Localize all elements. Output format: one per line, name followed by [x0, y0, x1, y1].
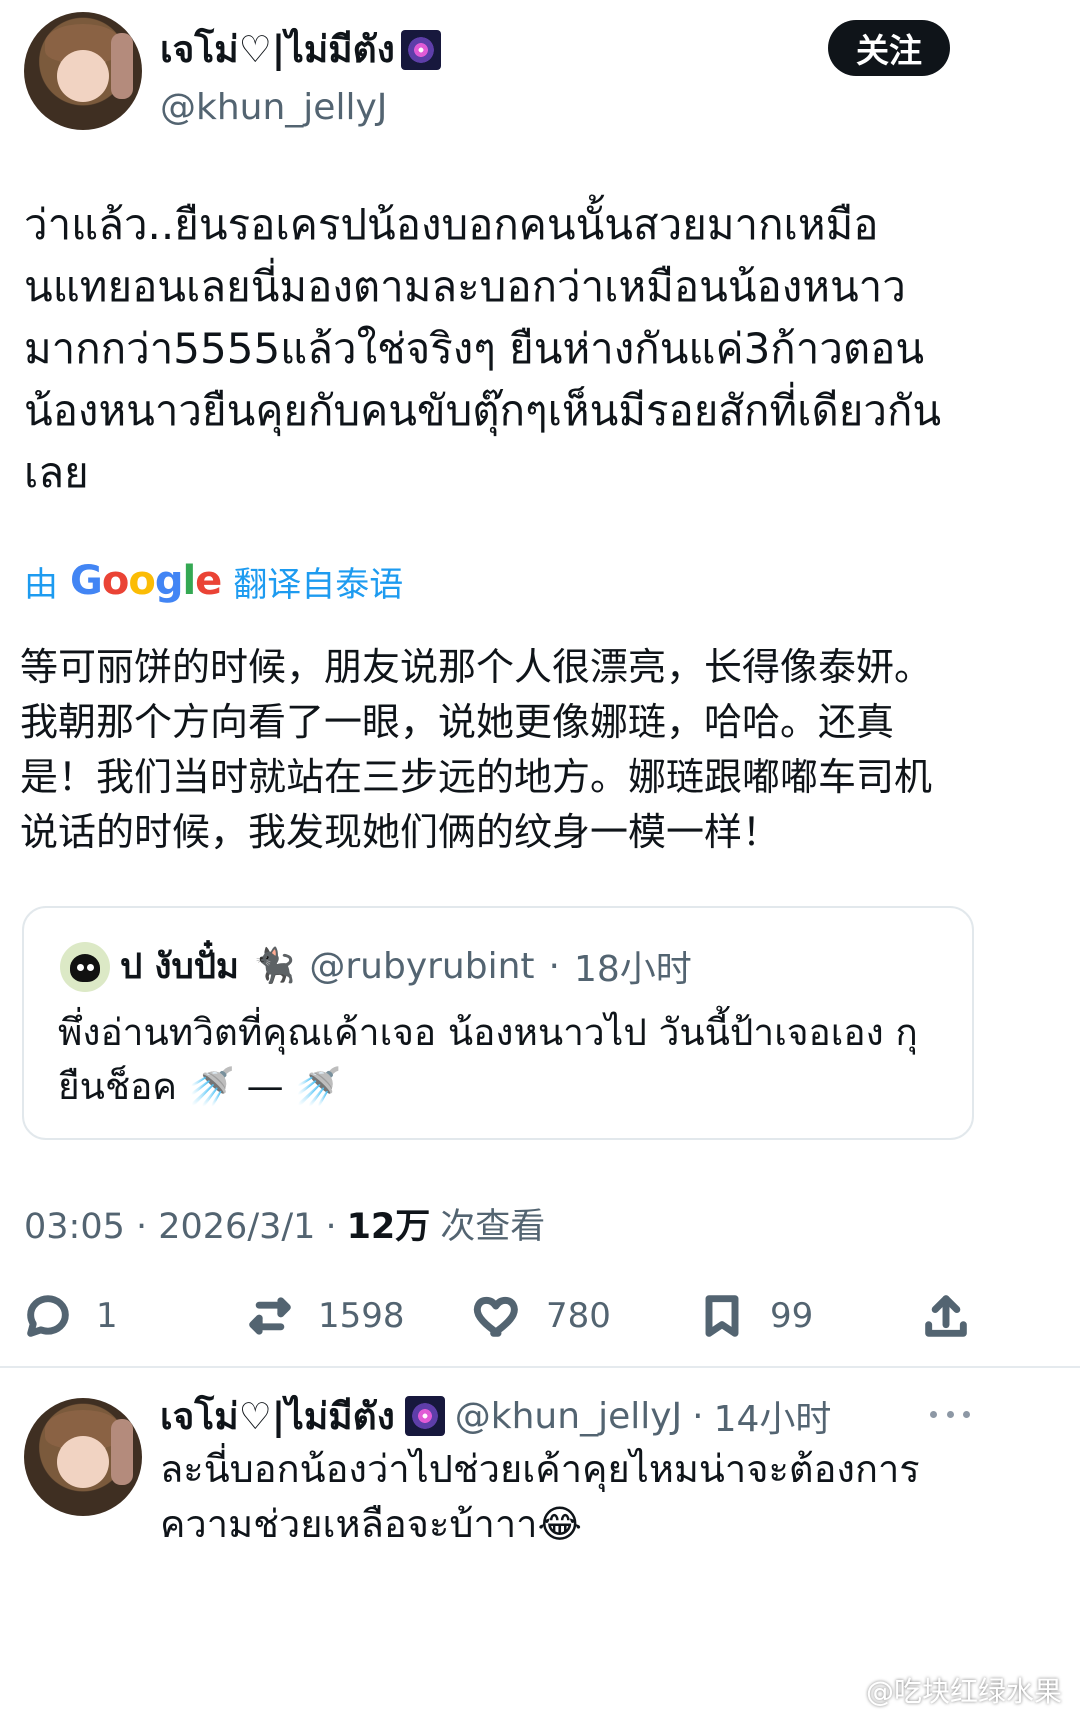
translation-line[interactable]: 由 Google 翻译自泰语 [24, 556, 544, 606]
translated-text: 等可丽饼的时候，朋友说那个人很漂亮，长得像泰妍。我朝那个方向看了一眼，说她更像娜… [20, 645, 933, 854]
share-action[interactable] [920, 1288, 976, 1344]
quote-author-handle[interactable]: @rubyrubint [309, 946, 534, 987]
quote-time[interactable]: 18小时 [574, 940, 692, 992]
tweet-meta-line: 03:05 · 2026/3/1 · 12万 次查看 [24, 1198, 644, 1254]
author-avatar[interactable] [24, 12, 142, 130]
reply-author-handle[interactable]: @khun_jellyJ [455, 1396, 682, 1437]
reply-meta-row: เจโม่♡|ไม่มีตัง @khun_jellyJ · 14小时 [160, 1386, 980, 1446]
bookmark-action[interactable]: 99 [696, 1288, 846, 1344]
share-icon [925, 1295, 967, 1337]
follow-button[interactable]: 关注 [828, 20, 950, 76]
avatar-side [111, 33, 133, 100]
views-label: 次查看 [440, 1207, 546, 1247]
reply-avatar-face [57, 1435, 109, 1488]
reply-time[interactable]: 14小时 [714, 1390, 832, 1442]
reply-count: 1 [96, 1296, 118, 1336]
views-count: 12万 [346, 1207, 431, 1247]
quote-avatar-eye-right [87, 964, 94, 971]
quote-meta-row: ป งับปั๋ม 🐈‍⬛ @rubyrubint · 18小时 [120, 938, 920, 994]
quoted-tweet-card[interactable]: ป งับปั๋ม 🐈‍⬛ @rubyrubint · 18小时 พึ่งอ่า… [22, 906, 974, 1140]
bookmark-icon [705, 1295, 739, 1337]
tweet-text: ว่าแล้ว..ยืนรอเครปน้องบอกคนนั้นสวยมากเหม… [24, 200, 942, 497]
quote-avatar-eye [77, 964, 84, 971]
watermark: @吃块红绿水果 [865, 1675, 1062, 1708]
quote-text: พึ่งอ่านทวิตที่คุณเค้าเจอ น้องหนาวไป วัน… [58, 1011, 918, 1108]
quote-author-avatar[interactable] [60, 942, 110, 992]
reply-author-avatar[interactable] [24, 1398, 142, 1516]
reply-action[interactable]: 1 [22, 1288, 162, 1344]
reply-text: ละนี่บอกน้องว่าไปช่วยเค้าคุยไหมน่าจะต้อง… [160, 1447, 920, 1546]
avatar-face [57, 49, 109, 102]
quote-separator: · [548, 945, 560, 987]
heart-icon [473, 1296, 518, 1337]
dot [946, 1410, 954, 1418]
cat-icon: 🐈‍⬛ [253, 946, 296, 986]
dot [930, 1410, 937, 1418]
reply-divider [0, 1366, 1080, 1368]
like-action[interactable]: 780 [472, 1288, 642, 1344]
google-logo: Google [70, 558, 222, 604]
author-block: เจโม่♡|ไม่มีตัง @khun_jellyJ [160, 20, 780, 130]
retweet-action[interactable]: 1598 [244, 1288, 424, 1344]
author-display-name[interactable]: เจโม่♡|ไม่มีตัง [160, 20, 395, 79]
quote-author-name[interactable]: ป งับปั๋ม [120, 939, 239, 994]
dot [963, 1410, 970, 1418]
reply-icon [27, 1295, 69, 1337]
like-count: 780 [546, 1296, 611, 1336]
translation-prefix: 由 [24, 564, 58, 605]
tweet-timestamp[interactable]: 03:05 · 2026/3/1 [24, 1207, 315, 1247]
reply-author-name[interactable]: เจโม่♡|ไม่มีตัง [160, 1387, 395, 1446]
meta-separator: · [325, 1207, 337, 1247]
firework-icon [404, 1396, 445, 1436]
retweet-icon [249, 1297, 291, 1335]
more-options-icon[interactable] [930, 1404, 970, 1424]
bookmark-count: 99 [770, 1296, 814, 1336]
translation-suffix: 翻译自泰语 [233, 564, 404, 605]
author-handle[interactable]: @khun_jellyJ [160, 87, 780, 128]
reply-separator: · [692, 1395, 704, 1437]
firework-icon [400, 29, 441, 70]
retweet-count: 1598 [318, 1296, 405, 1336]
reply-avatar-side [111, 1419, 133, 1486]
quote-avatar-cat-face [70, 954, 100, 982]
author-name-row: เจโม่♡|ไม่มีตัง [160, 20, 780, 79]
